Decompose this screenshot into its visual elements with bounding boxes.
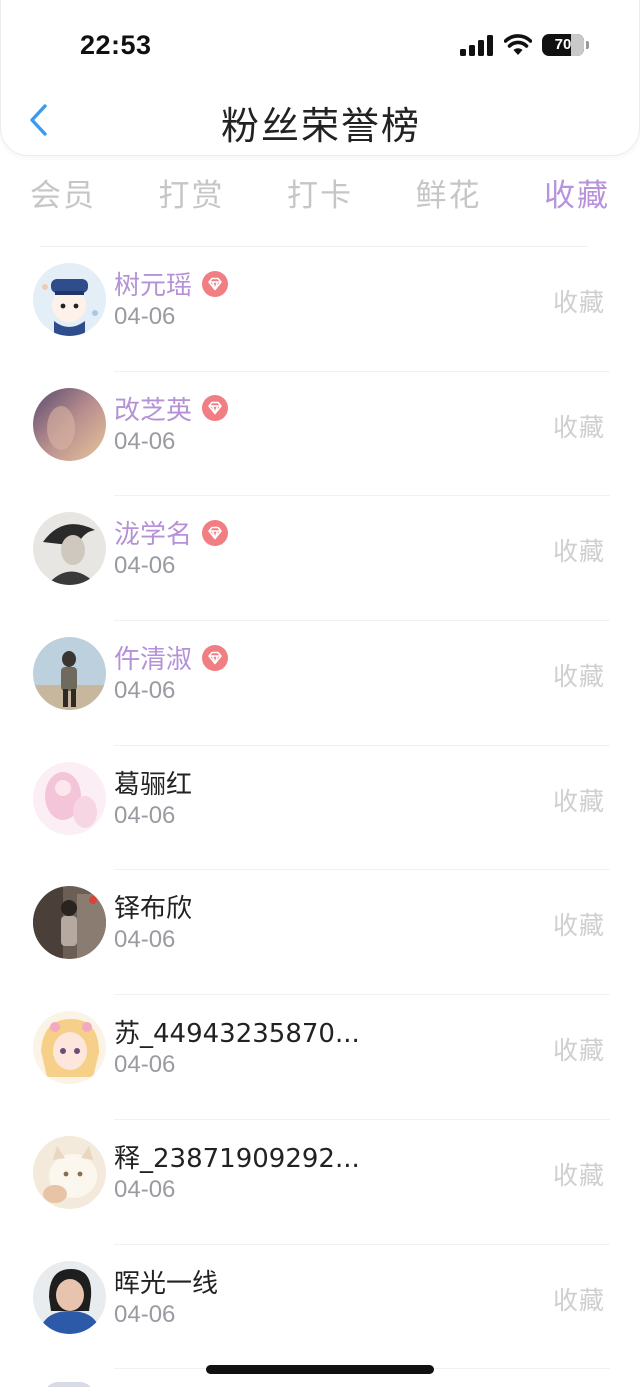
battery-indicator: 70 xyxy=(542,34,584,56)
favorite-tag: 收藏 xyxy=(552,1036,605,1066)
favorite-tag: 收藏 xyxy=(552,1285,605,1315)
avatar xyxy=(33,1260,106,1334)
user-name: 仵清淑 xyxy=(114,645,193,676)
name-line: 晖光一线 xyxy=(114,1263,218,1300)
tab-reward[interactable]: 打赏 xyxy=(159,170,225,214)
name-line: 改芝英 xyxy=(114,390,229,427)
name-line: 铎布欣 xyxy=(114,888,192,925)
tab-flowers[interactable]: 鲜花 xyxy=(416,170,482,214)
avatar xyxy=(33,263,106,336)
name-line: 树元瑶 xyxy=(114,265,229,302)
favorite-date: 04-06 xyxy=(114,303,176,330)
user-name: 树元瑶 xyxy=(114,271,193,301)
diamond-badge-icon xyxy=(202,644,229,671)
tab-member[interactable]: 会员 xyxy=(30,170,96,214)
page-title: 粉丝荣誉榜 xyxy=(220,104,421,148)
user-name: 苏_44943235870... xyxy=(114,1019,360,1050)
user-name: 泷学名 xyxy=(114,520,193,551)
favorite-tag: 收藏 xyxy=(552,1160,605,1190)
favorite-date: 04-06 xyxy=(114,1175,176,1203)
user-name: 释_23871909292... xyxy=(114,1143,360,1174)
battery-level: 70 xyxy=(554,36,572,53)
list-item[interactable]: 改芝英 04-06 收藏 xyxy=(0,372,640,497)
favorite-date: 04-06 xyxy=(114,552,176,580)
header-card: 22:53 70 粉丝荣誉榜 xyxy=(0,0,640,156)
avatar xyxy=(33,1011,106,1085)
avatar xyxy=(33,886,106,960)
list-item[interactable]: 葛骊红 04-06 收藏 xyxy=(0,746,640,871)
name-line: 释_23871909292... xyxy=(114,1138,360,1175)
ranking-tabs: 会员 打赏 打卡 鲜花 收藏 xyxy=(30,170,610,214)
cellular-signal-icon xyxy=(460,35,493,56)
wifi-icon xyxy=(504,34,532,55)
list-item[interactable]: 泷学名 04-06 收藏 xyxy=(0,496,640,622)
name-line: 泷学名 xyxy=(114,514,229,551)
avatar xyxy=(33,761,106,835)
avatar xyxy=(33,637,106,711)
fans-honor-page: 22:53 70 粉丝荣誉榜 会员 打赏 打卡 鲜花 收藏 树元瑶 04-06 … xyxy=(0,0,640,1387)
list-item[interactable]: 晖光一线 04-06 收藏 xyxy=(0,1245,640,1370)
favorite-tag: 收藏 xyxy=(552,662,605,692)
favorite-tag: 收藏 xyxy=(552,786,605,816)
avatar xyxy=(33,387,106,461)
favorite-date: 04-06 xyxy=(114,801,176,829)
home-indicator[interactable] xyxy=(206,1365,434,1374)
user-name: 铎布欣 xyxy=(114,894,193,925)
favorite-tag: 收藏 xyxy=(552,288,605,317)
favorite-tag: 收藏 xyxy=(552,412,605,442)
diamond-badge-icon xyxy=(202,395,229,422)
status-icons: 70 xyxy=(460,34,589,56)
fan-list: 树元瑶 04-06 收藏 改芝英 04-06 收藏 泷学名 04-06 收藏 仵… xyxy=(0,247,640,1370)
status-time: 22:53 xyxy=(80,30,152,60)
user-name: 葛骊红 xyxy=(114,769,193,800)
favorite-tag: 收藏 xyxy=(552,911,605,941)
favorite-tag: 收藏 xyxy=(552,537,605,567)
tab-checkin[interactable]: 打卡 xyxy=(287,170,353,214)
list-item[interactable]: 释_23871909292... 04-06 收藏 xyxy=(0,1120,640,1245)
user-name: 晖光一线 xyxy=(114,1268,219,1299)
list-item[interactable]: 苏_44943235870... 04-06 收藏 xyxy=(0,995,640,1120)
tab-favorites[interactable]: 收藏 xyxy=(544,170,610,214)
diamond-badge-icon xyxy=(202,270,229,297)
favorite-date: 04-06 xyxy=(114,1300,176,1328)
favorite-date: 04-06 xyxy=(114,926,176,954)
favorite-date: 04-06 xyxy=(114,427,176,455)
next-avatar-partial xyxy=(44,1382,94,1387)
list-item[interactable]: 仵清淑 04-06 收藏 xyxy=(0,621,640,746)
status-bar: 22:53 70 xyxy=(1,0,640,96)
battery-cap xyxy=(586,41,589,49)
diamond-badge-icon xyxy=(202,519,229,546)
avatar xyxy=(33,512,106,586)
name-line: 仵清淑 xyxy=(114,639,229,676)
user-name: 改芝英 xyxy=(114,395,193,426)
avatar xyxy=(33,1135,106,1209)
name-line: 苏_44943235870... xyxy=(114,1013,360,1050)
name-line: 葛骊红 xyxy=(114,764,192,801)
list-item[interactable]: 树元瑶 04-06 收藏 xyxy=(0,247,640,372)
list-item[interactable]: 铎布欣 04-06 收藏 xyxy=(0,870,640,996)
favorite-date: 04-06 xyxy=(114,677,176,705)
favorite-date: 04-06 xyxy=(114,1051,176,1079)
